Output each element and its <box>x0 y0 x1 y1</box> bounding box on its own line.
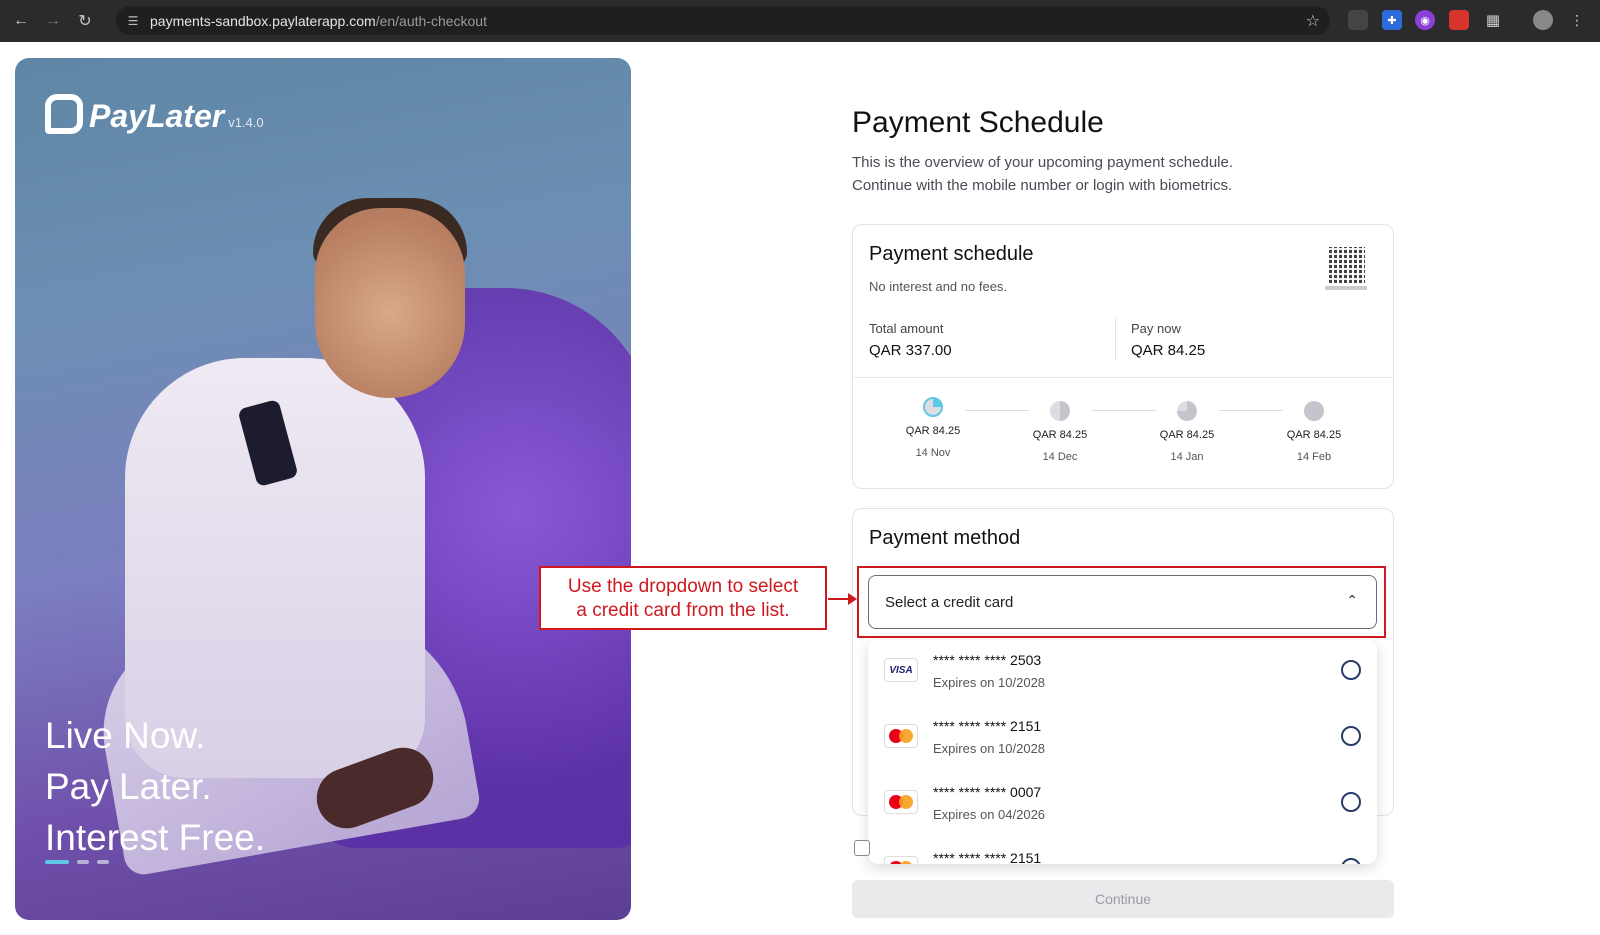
credit-card-option[interactable]: VISA **** **** **** 2503 Expires on 10/2… <box>868 640 1377 704</box>
subtitle-line: Continue with the mobile number or login… <box>852 177 1233 194</box>
installment-date: 14 Nov <box>915 447 951 459</box>
hero-banner: PayLater v1.4.0 Live Now. Pay Later. Int… <box>15 58 631 920</box>
installment-date: 14 Jan <box>1170 451 1204 463</box>
paylater-logo-icon <box>45 94 83 134</box>
tagline-line: Live Now. <box>45 715 206 756</box>
stat-divider <box>1115 317 1116 361</box>
installment-amount: QAR 84.25 <box>1286 429 1342 441</box>
card-expiry: Expires on 10/2028 <box>933 741 1046 756</box>
extension-icon[interactable] <box>1348 10 1368 30</box>
card-number: **** **** **** 2151 <box>933 850 1042 864</box>
installment-amount: QAR 84.25 <box>1032 429 1088 441</box>
carousel-dot[interactable] <box>77 860 89 864</box>
schedule-title: Payment schedule <box>869 243 1034 265</box>
subtitle-line: This is the overview of your upcoming pa… <box>852 154 1234 171</box>
arrow-left-icon[interactable]: ← <box>10 10 32 32</box>
card-expiry: Expires on 10/2028 <box>933 675 1046 690</box>
installment-amount: QAR 84.25 <box>1159 429 1215 441</box>
url-host: payments-sandbox.paylaterapp.com <box>150 12 376 29</box>
qr-caption <box>1325 286 1367 290</box>
annotation-line: Use the dropdown to select <box>567 576 799 597</box>
visa-label: VISA <box>889 664 913 676</box>
total-amount-value: QAR 337.00 <box>869 342 952 359</box>
card-number: **** **** **** 0007 <box>933 784 1042 800</box>
extension-icon[interactable] <box>1449 10 1469 30</box>
installment-item: QAR 84.25 14 Dec <box>1015 401 1105 463</box>
tagline-line: Interest Free. <box>45 817 266 858</box>
credit-card-dropdown-list: VISA **** **** **** 2503 Expires on 10/2… <box>868 640 1377 864</box>
installment-amount: QAR 84.25 <box>905 425 961 437</box>
app-version: v1.4.0 <box>228 115 264 130</box>
pay-now-label: Pay now <box>1131 321 1181 336</box>
card-radio[interactable] <box>1341 858 1361 864</box>
credit-card-option[interactable]: **** **** **** 0007 Expires on 04/2026 <box>868 772 1377 836</box>
card-radio[interactable] <box>1341 792 1361 812</box>
continue-button[interactable]: Continue <box>852 880 1394 918</box>
reload-icon[interactable]: ↻ <box>74 10 96 32</box>
card-expiry: Expires on 04/2026 <box>933 807 1046 822</box>
mastercard-logo-icon <box>884 724 918 748</box>
credit-card-option[interactable]: **** **** **** 2151 Expires on 10/2028 <box>868 706 1377 770</box>
terms-checkbox[interactable] <box>854 840 870 856</box>
tagline-line: Pay Later. <box>45 766 212 807</box>
arrow-right-icon[interactable]: → <box>42 10 64 32</box>
payment-schedule-card: Payment schedule No interest and no fees… <box>852 224 1394 489</box>
payment-method-title: Payment method <box>869 527 1021 549</box>
address-bar[interactable]: ☰ payments-sandbox.paylaterapp.com/en/au… <box>116 6 1330 35</box>
address-url: payments-sandbox.paylaterapp.com/en/auth… <box>150 13 487 29</box>
installment-progress-icon <box>1304 401 1324 421</box>
schedule-subtitle: No interest and no fees. <box>869 279 1008 294</box>
paylater-logo: PayLater v1.4.0 <box>45 94 264 134</box>
page-title: Payment Schedule <box>852 106 1104 139</box>
hero-tagline: Live Now. Pay Later. Interest Free. <box>45 710 265 863</box>
card-number: **** **** **** 2151 <box>933 718 1042 734</box>
site-info-icon[interactable]: ☰ <box>124 12 142 30</box>
annotation-highlight-box <box>857 566 1386 638</box>
page-subtitle: This is the overview of your upcoming pa… <box>852 151 1372 197</box>
installment-progress-icon <box>1050 401 1070 421</box>
visa-logo-icon: VISA <box>884 658 918 682</box>
hero-head-shape <box>315 208 465 398</box>
logo-text: PayLater <box>89 98 225 134</box>
mastercard-logo-icon <box>884 856 918 864</box>
card-radio[interactable] <box>1341 726 1361 746</box>
menu-icon[interactable]: ⋮ <box>1567 10 1587 30</box>
carousel-dot-active[interactable] <box>45 860 69 864</box>
installment-progress-icon <box>923 397 943 417</box>
annotation-line: a credit card from the list. <box>576 600 790 621</box>
qr-code-icon <box>1329 247 1365 283</box>
annotation-arrow-head-icon <box>848 593 857 605</box>
carousel-dot[interactable] <box>97 860 109 864</box>
installment-item: QAR 84.25 14 Feb <box>1269 401 1359 463</box>
url-path: /en/auth-checkout <box>375 12 487 29</box>
installment-progress-icon <box>1177 401 1197 421</box>
browser-toolbar: ← → ↻ ☰ payments-sandbox.paylaterapp.com… <box>0 0 1600 42</box>
installment-date: 14 Dec <box>1042 451 1078 463</box>
card-number: **** **** **** 2503 <box>933 652 1042 668</box>
extension-icon[interactable]: ◉ <box>1415 10 1435 30</box>
mastercard-logo-icon <box>884 790 918 814</box>
annotation-callout: Use the dropdown to select a credit card… <box>539 566 827 630</box>
bookmark-star-icon[interactable]: ☆ <box>1306 11 1320 31</box>
puzzle-icon[interactable]: ▦ <box>1483 10 1503 30</box>
installment-item: QAR 84.25 14 Jan <box>1142 401 1232 463</box>
pay-now-value: QAR 84.25 <box>1131 342 1206 359</box>
installment-item: QAR 84.25 14 Nov <box>888 397 978 459</box>
avatar[interactable] <box>1533 10 1553 30</box>
total-amount-label: Total amount <box>869 321 944 336</box>
installment-date: 14 Feb <box>1296 451 1332 463</box>
section-divider <box>853 377 1393 378</box>
extension-icon[interactable]: ✚ <box>1382 10 1402 30</box>
carousel-indicators <box>45 860 109 864</box>
credit-card-option[interactable]: **** **** **** 2151 <box>868 838 1377 864</box>
card-radio[interactable] <box>1341 660 1361 680</box>
